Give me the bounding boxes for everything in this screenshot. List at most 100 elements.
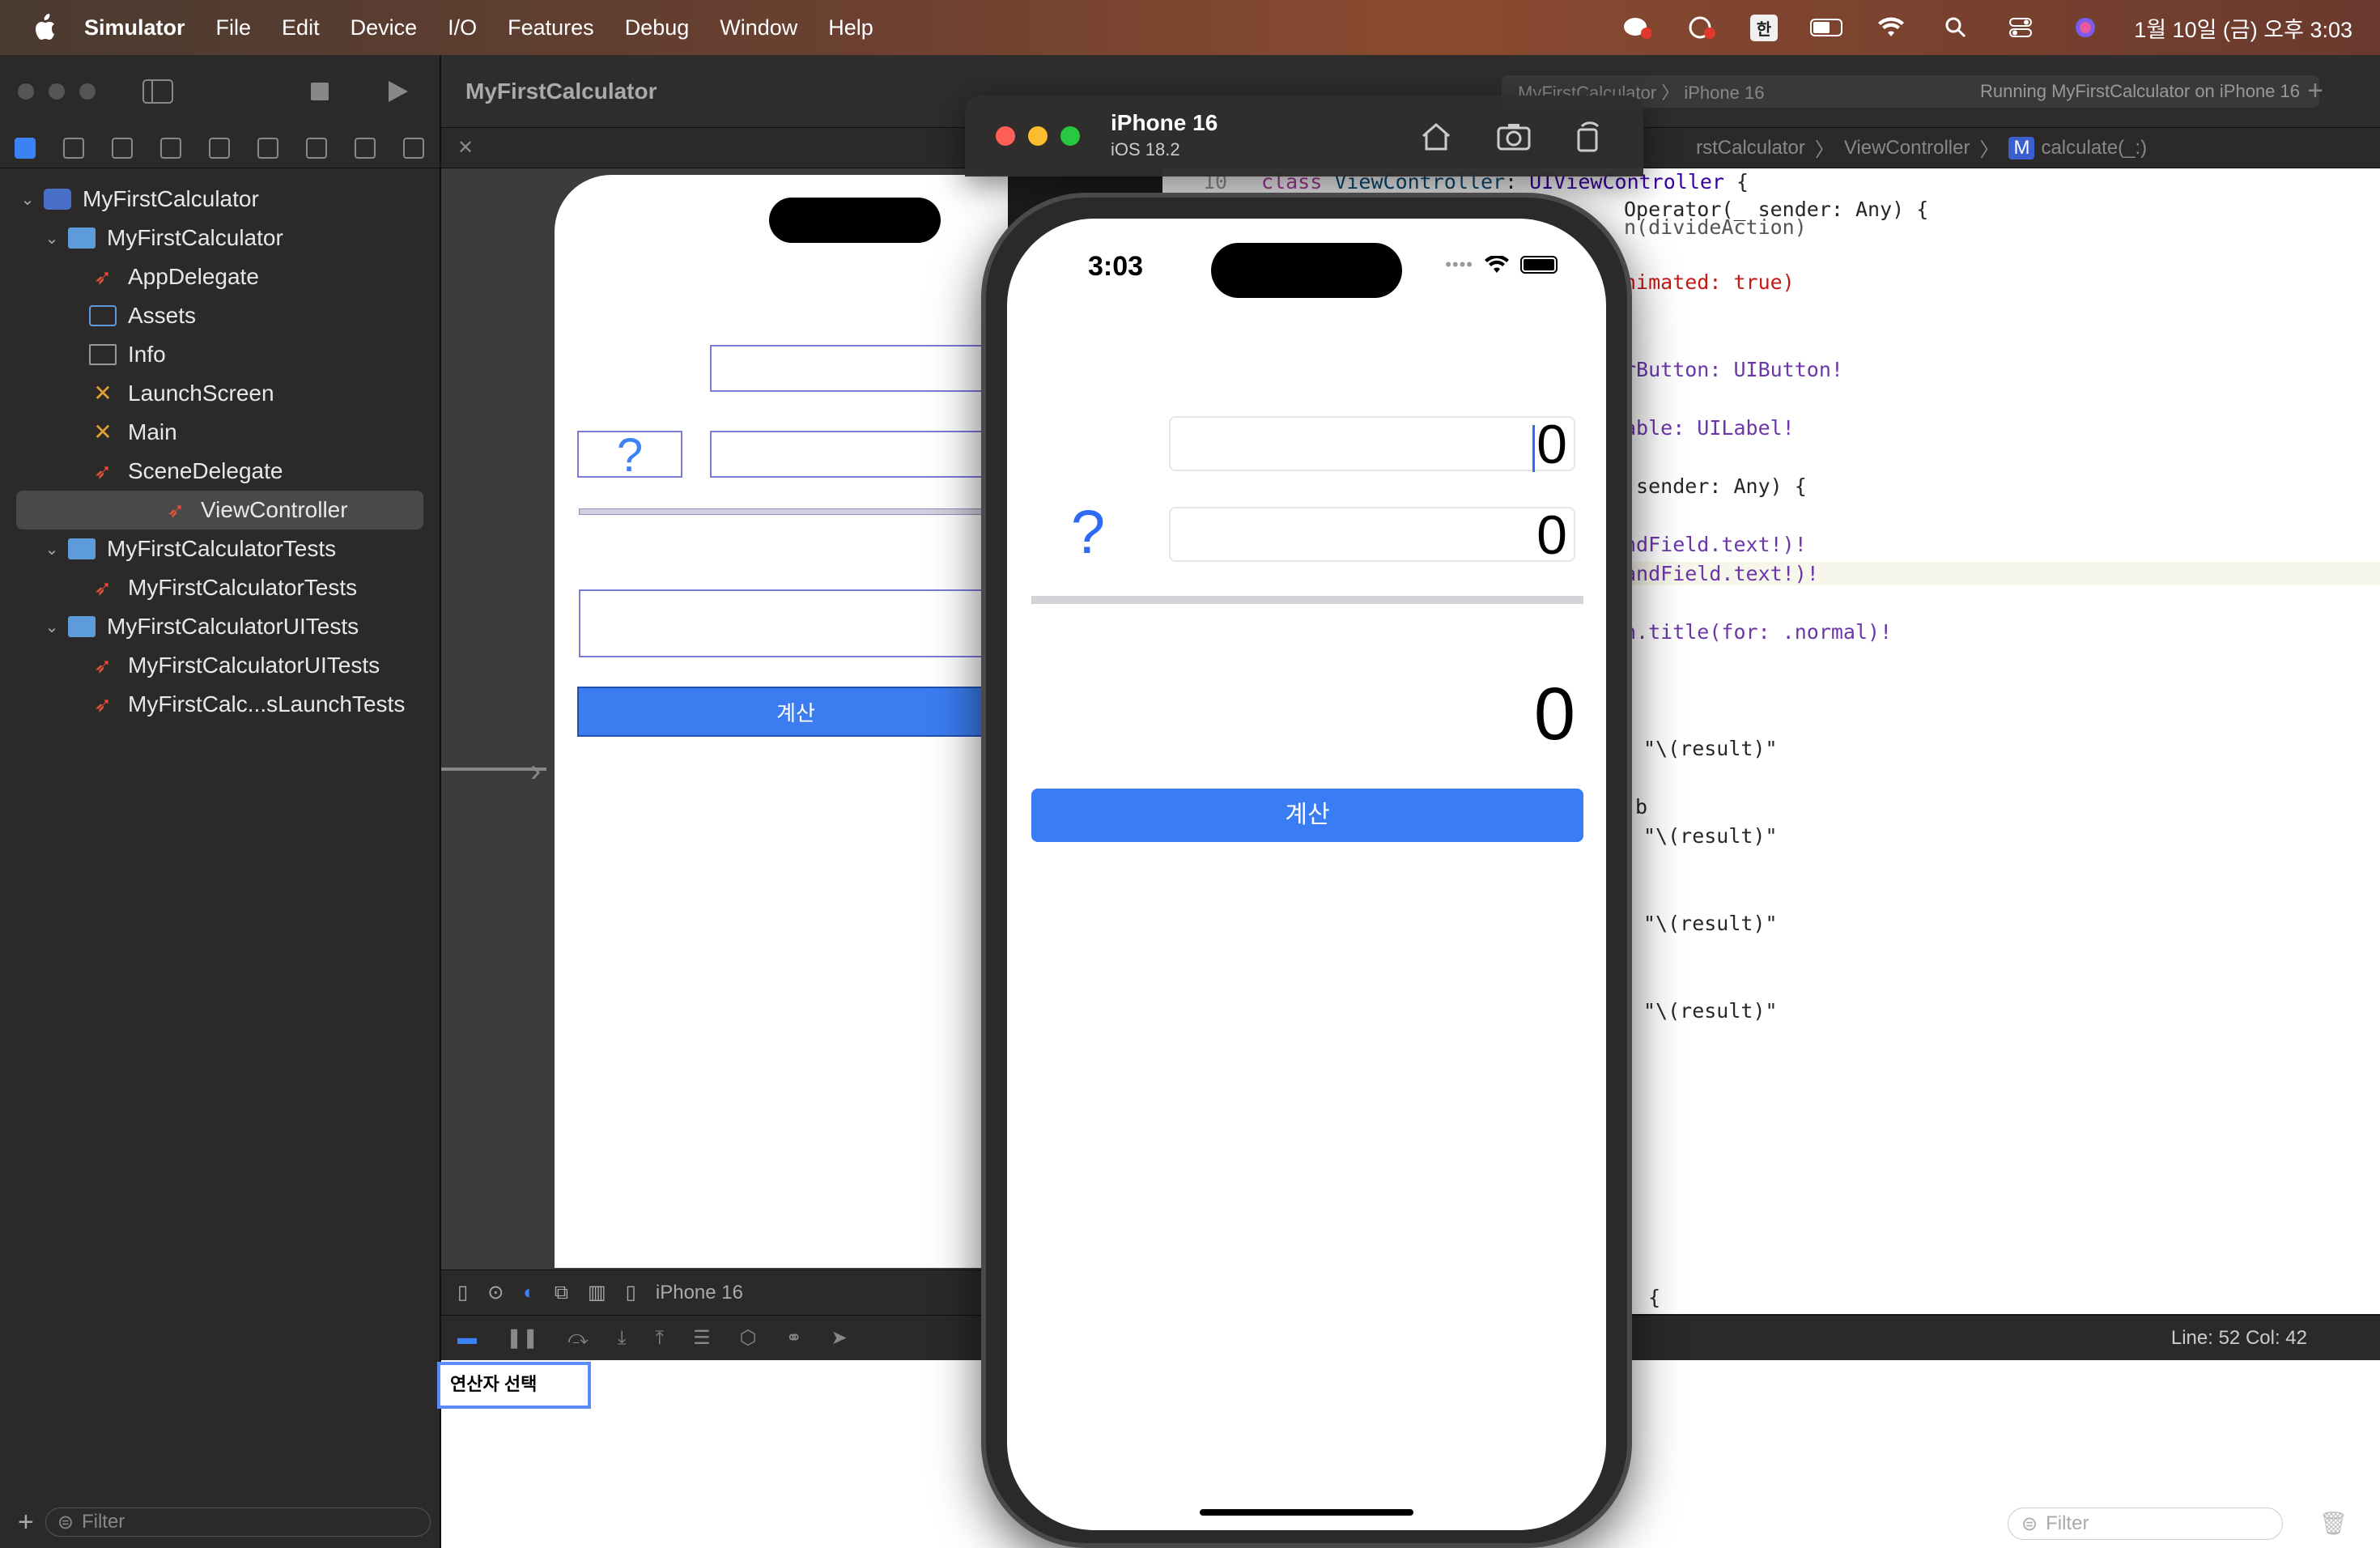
environment-icon[interactable]: ⚭ <box>786 1326 802 1350</box>
project-navigator-tab-icon[interactable] <box>15 137 36 159</box>
chevron-down-icon[interactable]: ⌄ <box>44 617 60 637</box>
find-tab-icon[interactable] <box>160 137 181 159</box>
debug-tab-icon[interactable] <box>306 137 327 159</box>
step-out-icon[interactable]: ⤒ <box>655 1327 664 1350</box>
menu-help[interactable]: Help <box>828 15 873 40</box>
tree-item-file[interactable]: ➶ AppDelegate <box>0 257 440 296</box>
battery-icon[interactable] <box>1810 15 1843 40</box>
control-center-icon[interactable] <box>2004 15 2037 40</box>
iphone-screen[interactable]: 3:03 •••• 0 ? 0 0 계산 <box>1007 219 1606 1530</box>
trash-icon[interactable]: 🗑 <box>2318 1510 2348 1537</box>
first-operand-field[interactable]: 0 <box>1169 416 1575 473</box>
project-title[interactable]: MyFirstCalculator <box>465 79 657 104</box>
code-line[interactable]: "\(result)" <box>1643 737 1778 760</box>
tree-item-file[interactable]: ➶ MyFirstCalculatorUITests <box>0 646 440 685</box>
tree-item-file[interactable]: ✕ Main <box>0 413 440 452</box>
rotate-icon[interactable] <box>1570 120 1606 152</box>
tree-item-file[interactable]: ✕ LaunchScreen <box>0 374 440 413</box>
device-icon[interactable]: ▯ <box>626 1281 636 1304</box>
test-tab-icon[interactable] <box>257 137 278 159</box>
operator-label[interactable]: ? <box>1064 500 1112 565</box>
menu-edit[interactable]: Edit <box>282 15 320 40</box>
console-filter-input[interactable]: ⊜ Filter <box>2008 1508 2283 1540</box>
layout-icon[interactable]: ▥ <box>588 1281 606 1304</box>
appearance-icon[interactable]: ◐ <box>523 1282 535 1304</box>
code-line[interactable]: sender: Any) { <box>1624 474 1807 498</box>
calculate-button[interactable]: 계산 <box>1031 789 1583 842</box>
sidebar-toggle-icon[interactable] <box>142 79 173 104</box>
code-line-current[interactable]: andField.text!)! <box>1624 562 2380 585</box>
ib-separator[interactable] <box>579 508 1008 515</box>
add-icon[interactable]: + <box>18 1507 34 1538</box>
ib-result-label[interactable] <box>579 589 1032 657</box>
sim-zoom-button[interactable] <box>1060 126 1080 146</box>
close-icon[interactable]: ✕ <box>457 136 474 159</box>
menu-app-name[interactable]: Simulator <box>84 15 185 40</box>
code-line[interactable]: n(divideAction) <box>1624 215 1807 239</box>
memory-graph-icon[interactable]: ⬡ <box>740 1326 757 1350</box>
debug-toggle-icon[interactable]: ▬ <box>457 1327 477 1350</box>
orientation-icon[interactable]: ⧉ <box>555 1282 568 1304</box>
menu-device[interactable]: Device <box>351 15 418 40</box>
report-tab-icon[interactable] <box>403 137 424 159</box>
ib-device-label[interactable]: iPhone 16 <box>656 1282 743 1304</box>
issue-tab-icon[interactable] <box>209 137 230 159</box>
input-method-badge[interactable]: 한 <box>1749 14 1779 41</box>
jump-path-item[interactable]: ViewController <box>1844 137 1970 159</box>
apple-icon[interactable] <box>32 14 57 41</box>
navigator-filter-input[interactable]: ⊜ Filter <box>45 1508 431 1537</box>
tree-item-folder[interactable]: ⌄ MyFirstCalculatorUITests <box>0 607 440 646</box>
pause-icon[interactable]: ❚❚ <box>506 1326 538 1350</box>
source-control-tab-icon[interactable] <box>63 137 84 159</box>
tree-item-file-selected[interactable]: ➶ ViewController <box>16 491 423 529</box>
tree-item-file[interactable]: ➶ SceneDelegate <box>0 452 440 491</box>
tree-item-file[interactable]: ➶ MyFirstCalc...sLaunchTests <box>0 685 440 724</box>
wifi-icon[interactable] <box>1875 15 1907 40</box>
menubar-clock[interactable]: 1월 10일 (금) 오후 3:03 <box>2134 12 2352 44</box>
step-into-icon[interactable]: ⤓ <box>618 1327 627 1350</box>
code-line[interactable]: n.title(for: .normal)! <box>1624 620 1892 644</box>
tree-item-project[interactable]: ⌄ MyFirstCalculator <box>0 180 440 219</box>
spotlight-search-icon[interactable] <box>1940 15 1972 40</box>
jump-path-item[interactable]: rstCalculator <box>1696 137 1805 159</box>
siri-icon[interactable] <box>2069 15 2102 40</box>
chevron-down-icon[interactable]: ⌄ <box>19 189 36 210</box>
accessibility-icon[interactable]: ⊙ <box>487 1281 504 1304</box>
bookmark-tab-icon[interactable] <box>112 137 133 159</box>
location-icon[interactable]: ➤ <box>831 1326 848 1350</box>
code-line[interactable]: "\(result)" <box>1643 912 1778 935</box>
breakpoint-tab-icon[interactable] <box>355 137 376 159</box>
menu-window[interactable]: Window <box>720 15 797 40</box>
tree-item-folder[interactable]: ⌄ MyFirstCalculator <box>0 219 440 257</box>
window-minimize-button[interactable] <box>49 83 65 100</box>
code-line[interactable]: rButton: UIButton! <box>1624 358 1843 381</box>
tree-item-folder[interactable]: ⌄ MyFirstCalculatorTests <box>0 529 440 568</box>
sim-minimize-button[interactable] <box>1028 126 1048 146</box>
jump-path-item[interactable]: calculate(_:) <box>2041 137 2147 159</box>
code-line[interactable]: able: UILabel! <box>1624 416 1795 440</box>
code-line[interactable]: ndField.text!)! <box>1624 533 1807 556</box>
tree-item-file[interactable]: Assets <box>0 296 440 335</box>
home-indicator[interactable] <box>1200 1509 1413 1516</box>
view-hierarchy-icon[interactable]: ☰ <box>693 1326 711 1350</box>
ib-calculate-button[interactable]: 계산 <box>577 687 1014 737</box>
step-over-icon[interactable]: ⤼ <box>567 1327 589 1350</box>
menu-debug[interactable]: Debug <box>625 15 690 40</box>
screenshot-icon[interactable] <box>1496 120 1532 152</box>
add-tab-icon[interactable]: + <box>2307 75 2323 107</box>
second-operand-field[interactable]: 0 <box>1169 507 1575 563</box>
code-line[interactable]: "\(result)" <box>1643 999 1778 1023</box>
chevron-down-icon[interactable]: ⌄ <box>44 539 60 559</box>
home-icon[interactable] <box>1418 120 1454 152</box>
run-icon[interactable] <box>385 79 410 104</box>
window-close-button[interactable] <box>18 83 34 100</box>
chevron-down-icon[interactable]: ⌄ <box>44 228 60 249</box>
menu-file[interactable]: File <box>216 15 252 40</box>
operator-select-tooltip[interactable]: 연산자 선택 <box>437 1362 591 1409</box>
screen-share-icon[interactable] <box>1685 15 1718 40</box>
ib-operator-label[interactable]: ? <box>577 431 682 479</box>
menu-features[interactable]: Features <box>508 15 594 40</box>
code-line[interactable]: b <box>1635 795 1647 819</box>
panel-icon[interactable]: ▯ <box>457 1281 468 1304</box>
code-line[interactable]: nimated: true) <box>1624 270 1795 294</box>
